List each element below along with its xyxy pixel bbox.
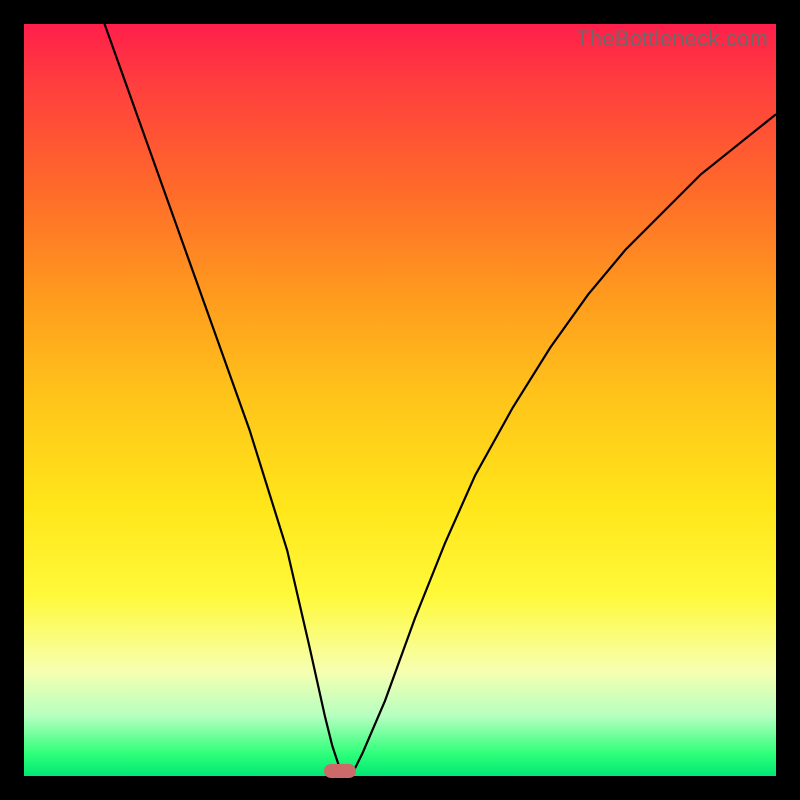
optimal-marker bbox=[324, 764, 356, 778]
curve-path bbox=[24, 24, 776, 776]
bottleneck-curve bbox=[24, 24, 776, 776]
chart-frame: TheBottleneck.com bbox=[0, 0, 800, 800]
plot-area: TheBottleneck.com bbox=[24, 24, 776, 776]
